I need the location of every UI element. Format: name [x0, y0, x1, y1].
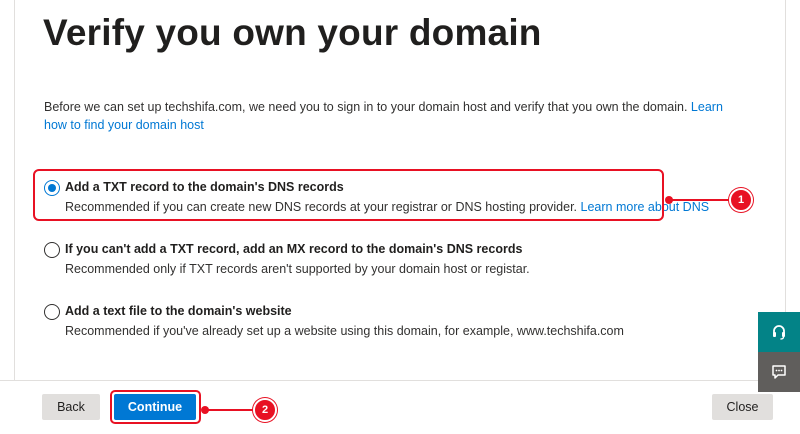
headset-icon: [773, 325, 785, 340]
page-title: Verify you own your domain: [43, 12, 542, 53]
option-mx-record[interactable]: If you can't add a TXT record, add an MX…: [44, 242, 664, 282]
mx-record-radio[interactable]: [44, 242, 60, 258]
chat-feedback-icon: [772, 365, 786, 379]
annotation-1-connector-line: [670, 199, 732, 201]
intro-paragraph: Before we can set up techshifa.com, we n…: [44, 98, 734, 134]
text-file-radio[interactable]: [44, 304, 60, 320]
footer-divider: [0, 380, 800, 381]
annotation-badge-2: 2: [253, 398, 277, 422]
feedback-button[interactable]: [758, 352, 800, 392]
intro-text: Before we can set up techshifa.com, we n…: [44, 100, 688, 114]
option-text-file[interactable]: Add a text file to the domain's website …: [44, 304, 664, 344]
annotation-badge-1: 1: [729, 188, 753, 212]
text-file-label: Add a text file to the domain's website: [65, 304, 292, 318]
mx-record-label: If you can't add a TXT record, add an MX…: [65, 242, 523, 256]
continue-button[interactable]: Continue: [114, 394, 196, 420]
mx-record-description: Recommended only if TXT records aren't s…: [65, 262, 530, 276]
help-support-button[interactable]: [758, 312, 800, 352]
text-file-description: Recommended if you've already set up a w…: [65, 324, 624, 338]
back-button[interactable]: Back: [42, 394, 100, 420]
annotation-2-connector-line: [206, 409, 254, 411]
panel-left-border: [14, 0, 15, 380]
annotation-highlight-txt-option: [33, 169, 664, 221]
close-button[interactable]: Close: [712, 394, 773, 420]
